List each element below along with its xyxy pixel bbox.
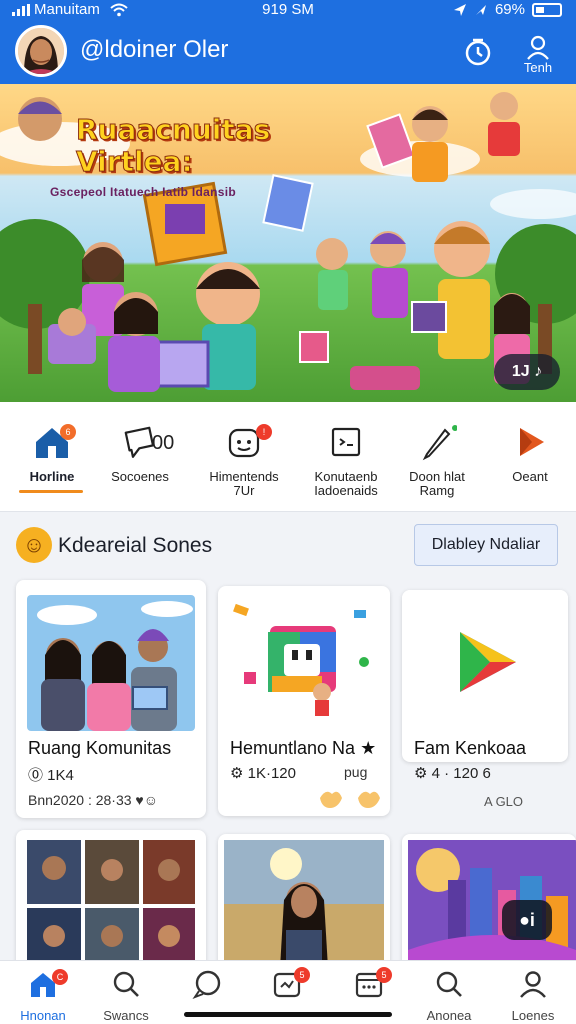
header-title: @ldoiner Oler	[80, 36, 229, 63]
banner-badge[interactable]: 1J ♪	[494, 354, 560, 390]
play-store-logo	[402, 590, 568, 722]
section-view-all-button[interactable]: Dlabley Ndaliar	[414, 524, 558, 566]
hero-banner[interactable]: Ruaacnuitas Virtlea: Gscepeol Itatuech Ia…	[0, 84, 576, 402]
square-chat-icon	[331, 427, 361, 457]
card-tag: A GLO	[484, 794, 524, 809]
chat-icon	[192, 970, 221, 999]
user-icon	[520, 971, 546, 998]
tab-profile[interactable]: Loenes	[492, 961, 574, 1024]
search-icon	[436, 971, 462, 997]
status-bar: Manuitam 919 SM 69%	[0, 0, 576, 20]
nav-item-mentions[interactable]: ! Himentends 7Ur	[196, 402, 292, 512]
navigation-icon	[475, 4, 486, 15]
nav-item-play[interactable]: Oeant	[488, 402, 572, 512]
tab-explore[interactable]: Anonea	[408, 961, 490, 1024]
profile-label: Tenh	[523, 60, 553, 75]
card-tag: puɡ	[344, 764, 368, 780]
tab-activity-badge: 5	[294, 967, 310, 983]
photo-grid	[27, 840, 195, 970]
nav-active-indicator	[19, 490, 83, 493]
tab-label-search: Swancs	[103, 1008, 149, 1023]
video-play-badge[interactable]: ●i	[502, 900, 552, 940]
city-illustration	[408, 840, 576, 968]
tab-label-profile: Loenes	[511, 1008, 555, 1023]
smile-emoji-icon: ☺	[16, 527, 52, 563]
tab-label-home: Hnonan	[20, 1008, 66, 1023]
card-title: Fam Kenkoaa	[414, 738, 527, 758]
battery-percent: 69%	[494, 1, 525, 18]
app-header: Manuitam 919 SM 69% @ldoiner Oler Tenh	[0, 0, 576, 84]
nav-label-search: Socoenes	[111, 469, 169, 484]
card-title: Hemuntlano Na ★	[230, 738, 377, 758]
card-title: Ruang Komunitas	[28, 738, 172, 758]
category-nav: 6 Horline Socoenes ! Himentends 7Ur Konu…	[0, 402, 576, 512]
community-card[interactable]: Hemuntlano Na ★ ⚙ 1K·120 puɡ	[218, 586, 390, 816]
banner-title: Ruaacnuitas Virtlea:	[75, 113, 271, 178]
banner-title-line1: Ruaacnuitas	[75, 113, 271, 146]
banner-subtitle: Gscepeol Itatuech Iatib Idansib	[50, 185, 237, 199]
card-date: Bnn2020 : 28·33 ♥☺	[28, 792, 159, 808]
nav-label-community: Konutaenb Iadoenaids	[314, 469, 378, 498]
tab-search[interactable]: Swancs	[85, 961, 167, 1024]
nav-item-search[interactable]: Socoenes	[100, 402, 180, 512]
nav-search-count: 00	[152, 432, 175, 454]
tab-label-explore: Anonea	[426, 1008, 472, 1023]
bell-icon	[465, 38, 491, 66]
nav-label-home: Horline	[29, 469, 75, 484]
reaction-icons	[320, 791, 380, 808]
tab-home-badge: C	[52, 969, 68, 985]
avatar[interactable]	[15, 25, 67, 77]
status-right: 69%	[453, 1, 562, 18]
nav-item-community[interactable]: Konutaenb Iadoenaids	[298, 402, 394, 512]
search-icon	[113, 971, 139, 997]
card-members: ⓪ 1K4	[28, 767, 74, 784]
nav-label-draw: Doon hlat Ramg	[409, 469, 465, 498]
avatar-portrait	[18, 28, 64, 74]
card-image	[402, 590, 568, 722]
photo-card[interactable]: ●i	[402, 834, 576, 974]
photo-grid-card[interactable]	[16, 830, 206, 980]
card-members: ⚙ 4 · 120 6	[414, 765, 491, 782]
notification-button[interactable]	[456, 30, 500, 80]
tab-calendar-badge: 5	[376, 967, 392, 983]
nav-home-badge: 6	[60, 424, 76, 440]
location-icon	[453, 3, 466, 16]
community-card[interactable]: Fam Kenkoaa	[402, 590, 568, 762]
profile-button[interactable]: Tenh	[516, 30, 560, 80]
home-indicator	[184, 1012, 392, 1017]
section-header: ☺ Kdeareial Sones Dlabley Ndaliar	[0, 512, 576, 580]
user-icon	[527, 35, 549, 60]
nav-label-play: Oeant	[512, 469, 548, 484]
nav-item-home[interactable]: 6 Horline	[12, 402, 92, 512]
tab-home[interactable]: C Hnonan	[2, 961, 84, 1024]
nav-item-draw[interactable]: Doon hlat Ramg	[392, 402, 482, 512]
group-photo	[27, 595, 195, 731]
pencil-icon	[422, 425, 457, 461]
card-image	[224, 592, 384, 722]
portrait-photo	[224, 840, 384, 968]
nav-label-mentions: Himentends 7Ur	[209, 469, 279, 498]
banner-title-line2: Virtlea:	[76, 145, 194, 178]
app-logo-art	[224, 592, 384, 722]
photo-card[interactable]	[218, 834, 390, 974]
card-image	[27, 595, 195, 731]
play-icon	[520, 428, 544, 456]
nav-mentions-badge: !	[256, 424, 272, 440]
community-card[interactable]: Ruang Komunitas ⓪ 1K4 Bnn2020 : 28·33 ♥☺	[16, 580, 206, 818]
battery-icon	[532, 2, 562, 17]
section-title: Kdeareial Sones	[58, 534, 213, 557]
card-members: ⚙ 1K·120	[230, 765, 296, 782]
